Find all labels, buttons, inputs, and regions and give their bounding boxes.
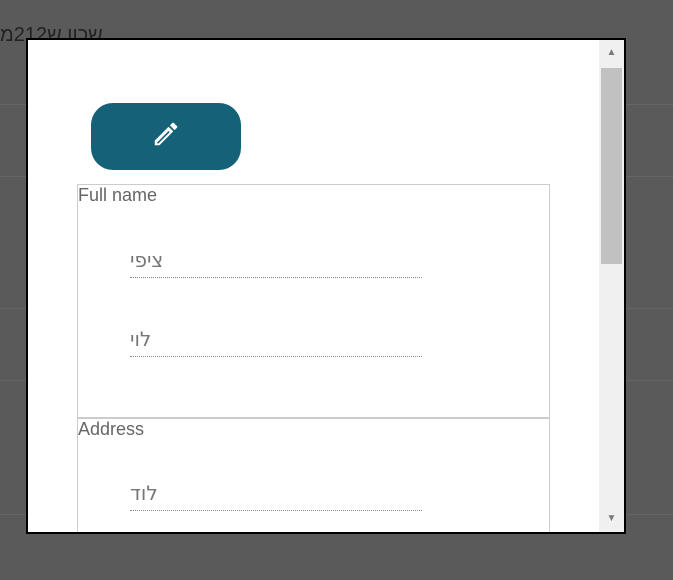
vertical-scrollbar[interactable]: ▲ ▼	[599, 40, 624, 532]
scroll-down-icon[interactable]: ▼	[599, 510, 624, 528]
pencil-icon	[151, 119, 181, 154]
first-name-field[interactable]	[130, 243, 422, 278]
edit-modal: Full name Address ▲ ▼	[26, 38, 626, 534]
scroll-thumb[interactable]	[601, 68, 622, 264]
full-name-label: Full name	[78, 185, 158, 205]
city-field[interactable]	[130, 476, 422, 511]
address-group: Address	[77, 418, 550, 532]
address-label: Address	[78, 419, 145, 439]
scroll-up-icon[interactable]: ▲	[599, 44, 624, 62]
last-name-input[interactable]	[130, 322, 422, 356]
last-name-field[interactable]	[130, 322, 422, 357]
edit-button[interactable]	[91, 103, 241, 170]
full-name-group: Full name	[77, 184, 550, 418]
first-name-input[interactable]	[130, 243, 422, 277]
city-input[interactable]	[130, 476, 422, 510]
